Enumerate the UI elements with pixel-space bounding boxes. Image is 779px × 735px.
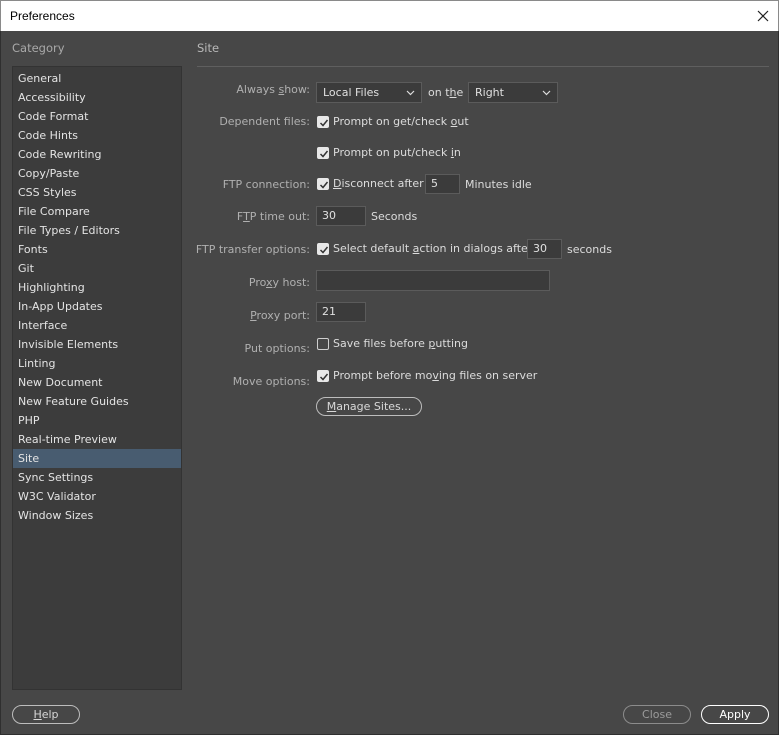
prompt-moving-checkbox[interactable]: [317, 370, 329, 382]
put-options-label: Put options:: [244, 342, 310, 355]
prompt-get-label: Prompt on get/check out: [333, 115, 469, 128]
select-default-action-checkbox[interactable]: [317, 243, 329, 255]
disconnect-minutes-input[interactable]: 5: [425, 174, 460, 194]
ftp-connection-label: FTP connection:: [222, 178, 310, 191]
close-button[interactable]: Close: [623, 705, 691, 724]
dialog-seconds-input[interactable]: 30: [527, 239, 562, 259]
ftp-timeout-label: FTP time out:: [236, 210, 310, 223]
disconnect-label: Disconnect after: [333, 177, 424, 190]
sidebar-item-file-types-editors[interactable]: File Types / Editors: [13, 221, 181, 240]
prompt-get-checkbox[interactable]: [317, 116, 329, 128]
sidebar-item-code-rewriting[interactable]: Code Rewriting: [13, 145, 181, 164]
save-before-putting-label: Save files before putting: [333, 337, 468, 350]
sidebar-item-real-time-preview[interactable]: Real-time Preview: [13, 430, 181, 449]
prompt-put-checkbox[interactable]: [317, 147, 329, 159]
window-title: Preferences: [10, 9, 75, 23]
ftp-transfer-label: FTP transfer options:: [195, 243, 310, 256]
sidebar-item-sync-settings[interactable]: Sync Settings: [13, 468, 181, 487]
always-show-select[interactable]: Local Files: [316, 82, 422, 103]
move-options-label: Move options:: [232, 375, 310, 388]
sidebar-item-w3c-validator[interactable]: W3C Validator: [13, 487, 181, 506]
side-value: Right: [475, 86, 504, 99]
prompt-put-label: Prompt on put/check in: [333, 146, 461, 159]
seconds-label: Seconds: [371, 210, 418, 223]
apply-button[interactable]: Apply: [701, 705, 769, 724]
proxy-host-label: Proxy host:: [248, 276, 310, 289]
chevron-down-icon: [406, 86, 415, 105]
sidebar-item-code-hints[interactable]: Code Hints: [13, 126, 181, 145]
dialog-seconds-label: seconds: [567, 243, 612, 256]
always-show-label: Always show:: [236, 83, 310, 96]
disconnect-checkbox[interactable]: [317, 178, 329, 190]
prompt-moving-label: Prompt before moving files on server: [333, 369, 538, 382]
sidebar-item-site[interactable]: Site: [13, 449, 181, 468]
proxy-port-label: Proxy port:: [250, 309, 310, 322]
proxy-host-input[interactable]: [316, 270, 550, 291]
chevron-down-icon: [542, 86, 551, 105]
sidebar-item-linting[interactable]: Linting: [13, 354, 181, 373]
title-bar: Preferences: [0, 0, 779, 31]
category-heading: Category: [12, 41, 65, 55]
minutes-idle-label: Minutes idle: [465, 178, 532, 191]
sidebar-item-new-feature-guides[interactable]: New Feature Guides: [13, 392, 181, 411]
on-the-label: on the: [428, 86, 464, 99]
always-show-value: Local Files: [323, 86, 380, 99]
sidebar-item-php[interactable]: PHP: [13, 411, 181, 430]
select-default-action-label: Select default action in dialogs after: [333, 242, 533, 255]
section-divider: [197, 66, 769, 67]
manage-sites-button[interactable]: Manage Sites...: [316, 397, 422, 416]
close-icon[interactable]: [748, 1, 778, 31]
preferences-dialog: Category General Accessibility Code Format…: [0, 31, 779, 735]
side-select[interactable]: Right: [468, 82, 558, 103]
save-before-putting-checkbox[interactable]: [317, 338, 329, 350]
proxy-port-input[interactable]: 21: [316, 302, 366, 322]
dependent-files-label: Dependent files:: [219, 115, 310, 128]
ftp-timeout-input[interactable]: 30: [316, 206, 366, 226]
section-title: Site: [197, 41, 220, 55]
sidebar-item-window-sizes[interactable]: Window Sizes: [13, 506, 181, 525]
help-button[interactable]: Help: [12, 705, 80, 724]
